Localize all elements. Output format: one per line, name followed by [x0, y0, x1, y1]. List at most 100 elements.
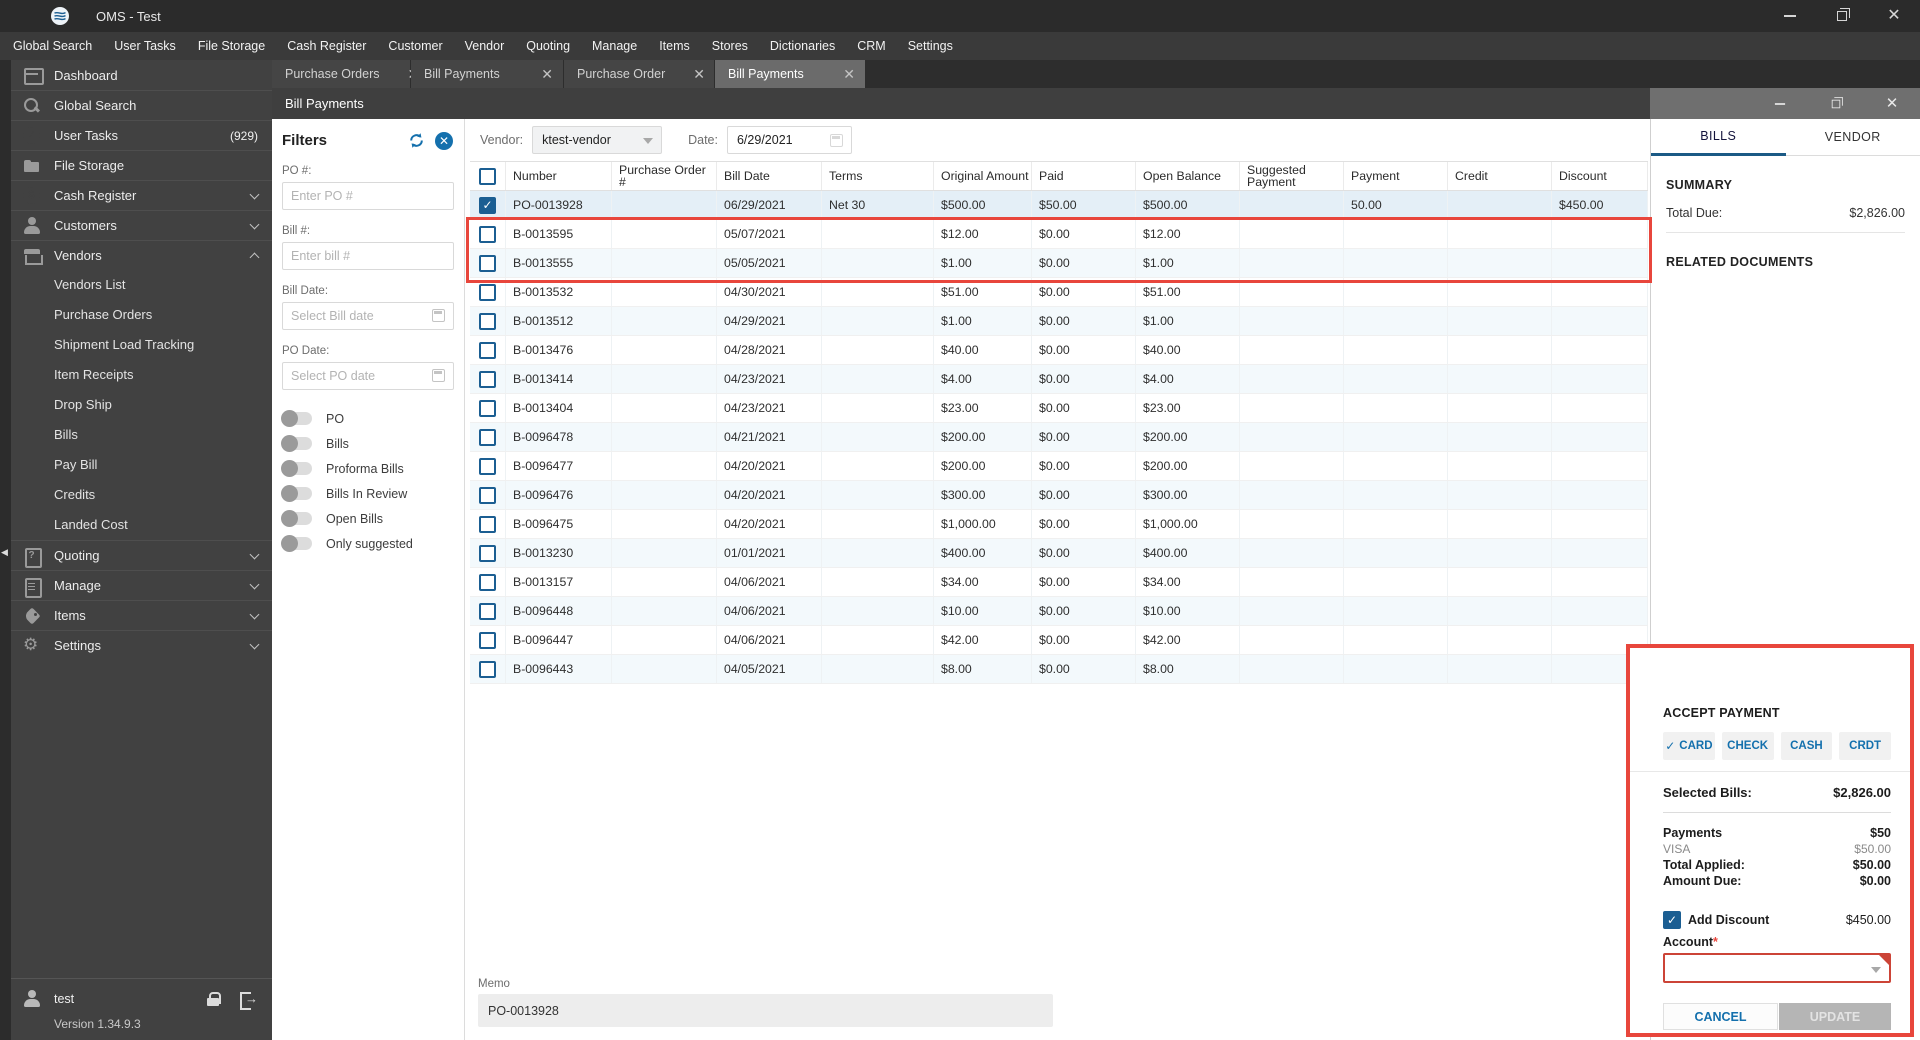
table-row-b-0013157[interactable]: B-0013157 04/06/2021 $34.00 $0.00 $34.00: [470, 568, 1648, 597]
sidebar-item-purchase-orders[interactable]: Purchase Orders: [11, 300, 272, 330]
menu-item-global-search[interactable]: Global Search: [2, 32, 103, 60]
toggle-switch[interactable]: [281, 485, 312, 502]
payment-method-card[interactable]: ✓ CARD: [1663, 732, 1715, 760]
menu-item-vendor[interactable]: Vendor: [454, 32, 516, 60]
row-checkbox[interactable]: [479, 602, 496, 620]
sidebar-item-pay-bill[interactable]: Pay Bill: [11, 450, 272, 480]
toggle-switch[interactable]: [281, 460, 312, 477]
sidebar-item-vendors[interactable]: Vendors: [11, 240, 272, 270]
payment-method-cash[interactable]: CASH: [1780, 732, 1833, 760]
row-checkbox[interactable]: [479, 544, 496, 562]
sidebar-item-user-tasks[interactable]: User Tasks (929): [11, 120, 272, 150]
row-checkbox[interactable]: [479, 283, 496, 301]
row-checkbox[interactable]: [479, 399, 496, 417]
menu-item-crm[interactable]: CRM: [846, 32, 896, 60]
column-header-payment[interactable]: Payment: [1344, 162, 1448, 190]
filter-toggle-only-suggested[interactable]: Only suggested: [281, 531, 453, 556]
table-row-b-0013555[interactable]: B-0013555 05/05/2021 $1.00 $0.00 $1.00: [470, 249, 1648, 278]
table-row-b-0096477[interactable]: B-0096477 04/20/2021 $200.00 $0.00 $200.00: [470, 452, 1648, 481]
menu-item-items[interactable]: Items: [648, 32, 701, 60]
table-row-b-0013532[interactable]: B-0013532 04/30/2021 $51.00 $0.00 $51.00: [470, 278, 1648, 307]
table-row-b-0096476[interactable]: B-0096476 04/20/2021 $300.00 $0.00 $300.00: [470, 481, 1648, 510]
tab-bills[interactable]: BILLS: [1651, 119, 1786, 156]
table-row-po-0013928[interactable]: ✓ PO-0013928 06/29/2021 Net 30 $500.00 $50.00…: [470, 191, 1648, 220]
menu-item-user-tasks[interactable]: User Tasks: [103, 32, 187, 60]
menu-item-file-storage[interactable]: File Storage: [187, 32, 276, 60]
panel-restore-icon[interactable]: [1808, 88, 1864, 119]
sidebar-item-quoting[interactable]: Quoting: [11, 540, 272, 570]
sidebar-item-landed-cost[interactable]: Landed Cost: [11, 510, 272, 540]
tab-bill-payments-2[interactable]: Bill Payments ✕: [411, 60, 563, 88]
sidebar-item-credits[interactable]: Credits: [11, 480, 272, 510]
menu-item-cash-register[interactable]: Cash Register: [276, 32, 377, 60]
tab-purchase-order-3[interactable]: Purchase Order ✕: [564, 60, 714, 88]
filter-toggle-proforma-bills[interactable]: Proforma Bills: [281, 456, 453, 481]
row-checkbox[interactable]: [479, 341, 496, 359]
row-checkbox[interactable]: [479, 428, 496, 446]
payment-method-check[interactable]: CHECK: [1721, 732, 1774, 760]
memo-input[interactable]: [478, 994, 1053, 1027]
row-checkbox[interactable]: [479, 573, 496, 591]
sidebar-item-vendors-list[interactable]: Vendors List: [11, 270, 272, 300]
sidebar-collapse-icon[interactable]: ◀: [1, 547, 8, 558]
bill-number-input[interactable]: [282, 242, 454, 270]
sidebar-item-drop-ship[interactable]: Drop Ship: [11, 390, 272, 420]
sidebar-item-manage[interactable]: Manage: [11, 570, 272, 600]
column-header-discount[interactable]: Discount: [1552, 162, 1648, 190]
row-checkbox[interactable]: [479, 486, 496, 504]
minimize-icon[interactable]: [1764, 0, 1816, 32]
column-header-suggested-payment[interactable]: Suggested Payment: [1240, 162, 1344, 190]
cancel-button[interactable]: CANCEL: [1663, 1003, 1778, 1030]
tab-vendor[interactable]: VENDOR: [1785, 119, 1920, 156]
filter-toggle-po[interactable]: PO: [281, 406, 453, 431]
po-date-input[interactable]: [282, 362, 454, 390]
toggle-switch[interactable]: [281, 410, 312, 427]
panel-close-icon[interactable]: ✕: [1864, 88, 1920, 119]
sidebar-item-item-receipts[interactable]: Item Receipts: [11, 360, 272, 390]
column-header-paid[interactable]: Paid: [1032, 162, 1136, 190]
bill-date-input[interactable]: [282, 302, 454, 330]
table-row-b-0096447[interactable]: B-0096447 04/06/2021 $42.00 $0.00 $42.00: [470, 626, 1648, 655]
sidebar-item-shipment-load-tracking[interactable]: Shipment Load Tracking: [11, 330, 272, 360]
payment-method-crdt[interactable]: CRDT: [1839, 732, 1891, 760]
select-all-checkbox[interactable]: [479, 167, 496, 185]
payment-date-input[interactable]: 6/29/2021: [726, 126, 852, 154]
table-row-b-0013404[interactable]: B-0013404 04/23/2021 $23.00 $0.00 $23.00: [470, 394, 1648, 423]
sidebar-item-dashboard[interactable]: Dashboard: [11, 60, 272, 90]
add-discount-checkbox[interactable]: ✓: [1663, 911, 1681, 929]
row-checkbox[interactable]: [479, 370, 496, 388]
column-header-bill-date[interactable]: Bill Date: [717, 162, 822, 190]
row-checkbox[interactable]: [479, 312, 496, 330]
logout-icon[interactable]: [240, 991, 258, 1010]
sidebar-item-bills[interactable]: Bills: [11, 420, 272, 450]
table-row-b-0013476[interactable]: B-0013476 04/28/2021 $40.00 $0.00 $40.00: [470, 336, 1648, 365]
row-checkbox[interactable]: [479, 457, 496, 475]
tab-close-icon[interactable]: ✕: [843, 66, 855, 83]
sidebar-collapse-strip[interactable]: ◀: [0, 60, 11, 1040]
sidebar-item-settings[interactable]: Settings: [11, 630, 272, 660]
table-row-b-0096448[interactable]: B-0096448 04/06/2021 $10.00 $0.00 $10.00: [470, 597, 1648, 626]
table-row-b-0013230[interactable]: B-0013230 01/01/2021 $400.00 $0.00 $400.00: [470, 539, 1648, 568]
menu-item-customer[interactable]: Customer: [377, 32, 453, 60]
row-checkbox[interactable]: [479, 631, 496, 649]
menu-item-dictionaries[interactable]: Dictionaries: [759, 32, 846, 60]
menu-item-stores[interactable]: Stores: [701, 32, 759, 60]
table-row-b-0013414[interactable]: B-0013414 04/23/2021 $4.00 $0.00 $4.00: [470, 365, 1648, 394]
update-button[interactable]: UPDATE: [1779, 1003, 1891, 1030]
table-row-b-0096475[interactable]: B-0096475 04/20/2021 $1,000.00 $0.00 $1,000.…: [470, 510, 1648, 539]
table-row-b-0013512[interactable]: B-0013512 04/29/2021 $1.00 $0.00 $1.00: [470, 307, 1648, 336]
close-filters-icon[interactable]: ✕: [435, 131, 453, 150]
toggle-switch[interactable]: [281, 535, 312, 552]
sidebar-item-cash-register[interactable]: Cash Register: [11, 180, 272, 210]
panel-minimize-icon[interactable]: [1752, 88, 1808, 119]
row-checkbox[interactable]: ✓: [479, 196, 496, 214]
column-header-credit[interactable]: Credit: [1448, 162, 1552, 190]
account-select[interactable]: [1663, 953, 1891, 983]
row-checkbox[interactable]: [479, 660, 496, 678]
table-row-b-0096443[interactable]: B-0096443 04/05/2021 $8.00 $0.00 $8.00: [470, 655, 1648, 684]
menu-item-settings[interactable]: Settings: [897, 32, 964, 60]
tab-close-icon[interactable]: ✕: [541, 66, 553, 83]
refresh-icon[interactable]: [407, 131, 426, 150]
toggle-switch[interactable]: [281, 435, 312, 452]
tab-purchase-orders-1[interactable]: Purchase Orders✕: [272, 60, 419, 88]
